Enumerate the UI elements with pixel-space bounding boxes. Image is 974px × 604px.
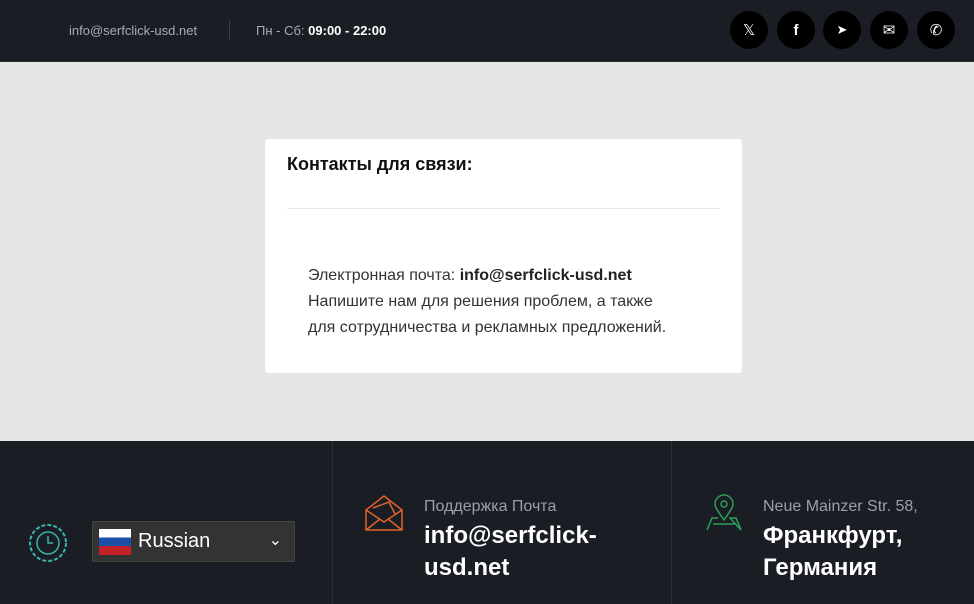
contact-email[interactable]: info@serfclick-usd.net [460, 267, 632, 284]
card-title: Контакты для связи: [287, 154, 473, 174]
whatsapp-icon[interactable]: ✆ [917, 11, 955, 49]
x-icon[interactable]: 𝕏 [730, 11, 768, 49]
divider [332, 441, 333, 604]
telegram-icon[interactable]: ➤ [823, 11, 861, 49]
divider [287, 208, 720, 209]
support-label: Поддержка Почта [424, 498, 557, 515]
footer: Russian ⌄ Поддержка Почта info@serfclick… [0, 441, 974, 604]
facebook-icon[interactable]: f [777, 11, 815, 49]
contact-line-2: Напишите нам для решения проблем, а такж… [308, 293, 653, 310]
hours-value: 09:00 - 22:00 [308, 23, 387, 38]
mail-icon[interactable]: ✉ [870, 11, 908, 49]
working-hours: Пн - Сб: 09:00 - 22:00 [256, 23, 386, 38]
address-line: Neue Mainzer Str. 58, [763, 498, 918, 515]
clock-icon [29, 524, 67, 562]
top-email-link[interactable]: info@serfclick-usd.net [69, 23, 197, 38]
divider [229, 20, 230, 40]
top-bar: info@serfclick-usd.net Пн - Сб: 09:00 - … [0, 0, 974, 62]
hours-label: Пн - Сб: [256, 23, 305, 38]
language-select[interactable]: Russian ⌄ [92, 521, 295, 562]
contacts-card: Контакты для связи: Электронная почта: i… [265, 139, 742, 373]
envelope-icon [365, 495, 403, 531]
location-pin-icon [706, 494, 742, 531]
chevron-down-icon: ⌄ [268, 532, 282, 549]
support-email[interactable]: info@serfclick-usd.net [424, 520, 624, 584]
address-city: Франкфурт, Германия [763, 522, 903, 581]
divider [671, 441, 672, 604]
russia-flag-icon [99, 528, 131, 555]
email-label: Электронная почта: [308, 267, 456, 284]
contact-line-3: для сотрудничества и рекламных предложен… [308, 319, 667, 336]
contact-text: Электронная почта: info@serfclick-usd.ne… [308, 263, 728, 341]
selected-language: Russian [138, 530, 211, 552]
